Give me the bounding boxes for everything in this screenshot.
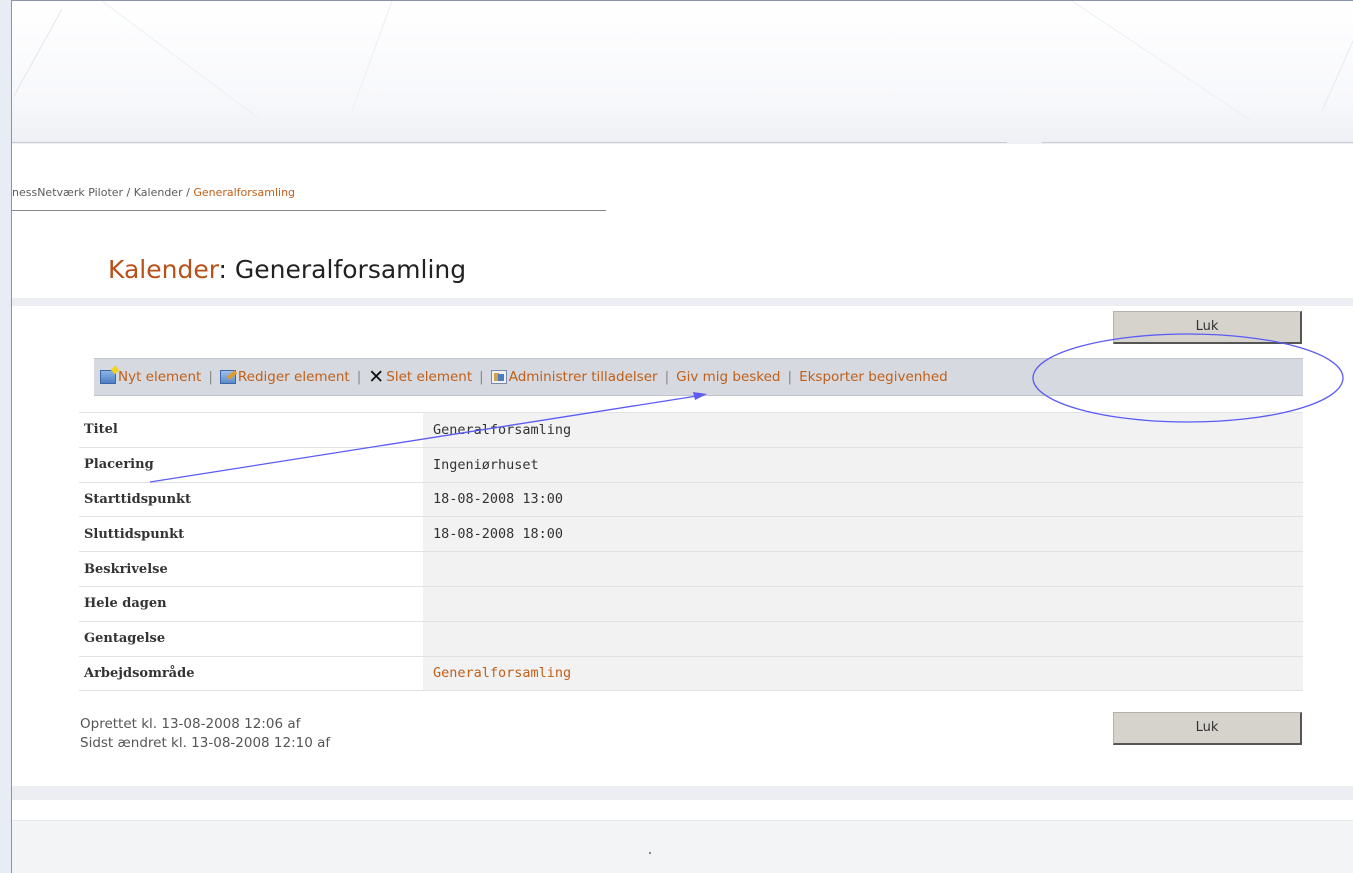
- toolbar-separator: |: [356, 369, 362, 385]
- field-label: Gentagelse: [79, 621, 423, 657]
- delete-item-label: Slet element: [386, 369, 473, 385]
- table-row: Gentagelse: [79, 621, 1303, 657]
- table-row: Starttidspunkt 18-08-2008 13:00: [79, 482, 1303, 518]
- page-footer: [12, 820, 1353, 873]
- alert-me-button[interactable]: Giv mig besked: [676, 369, 780, 385]
- toolbar-separator: |: [787, 369, 793, 385]
- field-value: Ingeniørhuset: [423, 447, 1303, 483]
- page-title-item-name: Generalforsamling: [234, 255, 467, 284]
- field-label: Titel: [79, 412, 423, 448]
- breadcrumb-separator: /: [123, 186, 134, 199]
- field-label: Starttidspunkt: [79, 482, 423, 518]
- field-value: [423, 621, 1303, 657]
- field-value: 18-08-2008 13:00: [423, 482, 1303, 518]
- footer-dot: [649, 852, 651, 854]
- breadcrumb-separator: /: [182, 186, 194, 199]
- header-divider-right: [1042, 142, 1353, 143]
- new-item-button[interactable]: Nyt element: [100, 369, 201, 385]
- edit-item-label: Rediger element: [237, 369, 350, 385]
- manage-permissions-button[interactable]: Administrer tilladelser: [490, 369, 658, 385]
- breadcrumb-underline: [12, 210, 606, 211]
- page-title: Kalender: Generalforsamling: [108, 255, 466, 284]
- export-event-label: Eksporter begivenhed: [799, 369, 948, 385]
- toolbar-separator: |: [479, 369, 484, 385]
- table-row: Beskrivelse: [79, 551, 1303, 587]
- toolbar-separator: |: [664, 369, 670, 385]
- workspace-link[interactable]: Generalforsamling: [423, 656, 1303, 692]
- field-label: Placering: [79, 447, 423, 483]
- breadcrumb: nessNetværk Piloter / Kalender / General…: [12, 186, 295, 199]
- breadcrumb-site-link[interactable]: nessNetværk Piloter: [12, 186, 123, 199]
- field-value: [423, 551, 1303, 587]
- table-row: Arbejdsområde Generalforsamling: [79, 656, 1303, 692]
- created-info: Oprettet kl. 13-08-2008 12:06 af: [80, 716, 301, 732]
- delete-item-button[interactable]: ✕ Slet element: [368, 366, 473, 388]
- breadcrumb-current-item[interactable]: Generalforsamling: [193, 186, 295, 199]
- edit-item-button[interactable]: Rediger element: [219, 369, 350, 385]
- page: nessNetværk Piloter / Kalender / General…: [0, 0, 1353, 873]
- close-button-bottom[interactable]: Luk: [1113, 712, 1302, 745]
- alert-me-label: Giv mig besked: [676, 369, 781, 385]
- header-divider-left: [12, 142, 1007, 143]
- delete-x-icon: ✕: [368, 366, 385, 388]
- table-row: Titel Generalforsamling: [79, 412, 1303, 448]
- toolbar-separator: |: [208, 369, 213, 385]
- table-row: Hele dagen: [79, 586, 1303, 622]
- table-row: Sluttidspunkt 18-08-2008 18:00: [79, 516, 1303, 553]
- breadcrumb-list-link[interactable]: Kalender: [134, 186, 183, 199]
- close-button-top[interactable]: Luk: [1113, 311, 1302, 344]
- field-value: [423, 586, 1303, 622]
- site-header: [12, 1, 1353, 144]
- table-row: Placering Ingeniørhuset: [79, 447, 1303, 483]
- title-band: [12, 298, 1353, 306]
- frame-border-left: [11, 0, 12, 873]
- export-event-button[interactable]: Eksporter begivenhed: [799, 369, 948, 385]
- footer-band: [12, 786, 1353, 800]
- new-item-label: Nyt element: [118, 369, 202, 385]
- frame-border-top: [11, 0, 1353, 1]
- permissions-icon: [490, 370, 507, 384]
- field-value: 18-08-2008 18:00: [423, 516, 1303, 553]
- modified-info: Sidst ændret kl. 13-08-2008 12:10 af: [80, 735, 331, 751]
- field-label: Arbejdsområde: [79, 656, 423, 692]
- edit-item-icon: [219, 370, 236, 384]
- item-properties-table: Titel Generalforsamling Placering Ingeni…: [79, 412, 1303, 692]
- item-toolbar: Nyt element | Rediger element | ✕ Slet e…: [94, 358, 1303, 396]
- item-metadata: Oprettet kl. 13-08-2008 12:06 af Sidst æ…: [80, 715, 330, 753]
- manage-permissions-label: Administrer tilladelser: [508, 369, 658, 385]
- page-title-list-name[interactable]: Kalender: [108, 255, 219, 284]
- new-item-icon: [100, 370, 116, 384]
- field-label: Sluttidspunkt: [79, 516, 423, 553]
- page-title-separator: :: [218, 255, 235, 284]
- header-decoration: [13, 1, 1353, 122]
- left-gutter: [0, 0, 11, 873]
- field-label: Beskrivelse: [79, 551, 423, 587]
- field-label: Hele dagen: [79, 586, 423, 622]
- field-value: Generalforsamling: [423, 412, 1303, 448]
